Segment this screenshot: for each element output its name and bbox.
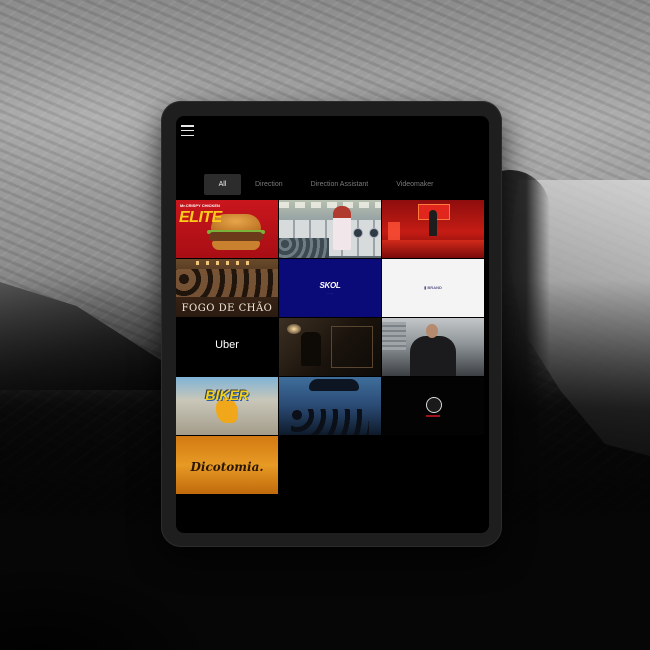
people-silhouettes <box>291 409 369 435</box>
tile-title: FOGO DE CHÃO <box>181 303 273 314</box>
presenter <box>429 210 437 236</box>
skol-logo: SKOL <box>319 281 341 290</box>
wall-frame <box>331 326 373 368</box>
lamp <box>287 324 301 334</box>
stage-floor <box>382 240 484 258</box>
side-screen <box>388 222 400 240</box>
figure <box>301 332 321 366</box>
portfolio-tile-dicotomia[interactable]: Dicotomia. <box>176 436 278 494</box>
man-head <box>426 324 438 338</box>
portfolio-tile-laundromat[interactable] <box>279 200 381 258</box>
filter-tab-all[interactable]: All <box>204 174 241 195</box>
graffiti-text: BIKER <box>205 387 249 403</box>
washer-door <box>369 228 379 238</box>
portfolio-tile-man-city[interactable] <box>382 318 484 376</box>
portfolio-tile-fogo-de-chao[interactable]: FOGO DE CHÃO <box>176 259 278 317</box>
seal-logo-icon <box>426 397 442 413</box>
washer-door <box>353 228 363 238</box>
portfolio-tile-skol[interactable]: SKOL · · · · · <box>279 259 381 317</box>
tile-title: ELITE <box>179 209 222 226</box>
tablet-screen: All Direction Direction Assistant Videom… <box>176 116 489 533</box>
building <box>382 322 406 352</box>
brand-logo: ▮ BRAND <box>424 285 442 290</box>
man-body <box>410 336 456 376</box>
uber-logo: Uber <box>215 339 239 351</box>
filter-tabs: All Direction Direction Assistant Videom… <box>204 174 447 195</box>
performer <box>333 206 351 250</box>
filter-tab-videomaker[interactable]: Videomaker <box>382 174 447 195</box>
portfolio-tile-elite-burger[interactable]: Mr.CRISPY CHICKEN ELITE <box>176 200 278 258</box>
skol-tagline: · · · · · <box>327 291 333 295</box>
portfolio-tile-graffiti[interactable]: BIKER <box>176 377 278 435</box>
burger-patty <box>209 232 263 241</box>
hamburger-menu-icon[interactable] <box>181 125 194 136</box>
portfolio-tile-dark-room[interactable] <box>279 318 381 376</box>
pendant-lights <box>196 261 256 265</box>
portfolio-tile-uber[interactable]: Uber <box>176 318 278 376</box>
portfolio-tile-seal-logo[interactable] <box>382 377 484 435</box>
filter-tab-direction-assistant[interactable]: Direction Assistant <box>297 174 383 195</box>
tile-brand-label: Mr.CRISPY CHICKEN <box>180 203 220 208</box>
diners <box>176 269 278 297</box>
hand-silhouette <box>309 379 359 391</box>
crowd <box>279 238 329 258</box>
burger-bun <box>212 241 260 250</box>
portfolio-tile-red-stage[interactable] <box>382 200 484 258</box>
ceiling-lights <box>279 202 381 208</box>
portfolio-tile-blue-silhouettes[interactable] <box>279 377 381 435</box>
tile-title: Dicotomia. <box>190 460 264 474</box>
seal-tag <box>426 415 440 417</box>
filter-tab-direction[interactable]: Direction <box>241 174 297 195</box>
portfolio-tile-white-logo[interactable]: ▮ BRAND <box>382 259 484 317</box>
